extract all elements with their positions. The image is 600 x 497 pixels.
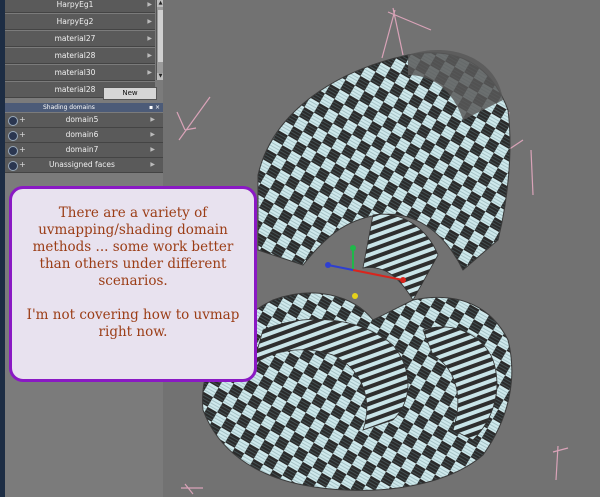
material-item[interactable]: material27 ▶ (5, 31, 155, 47)
annotation-callout: There are a variety of uvmapping/shading… (9, 186, 257, 382)
arrow-right-icon: ▶ (150, 161, 155, 168)
eye-icon[interactable] (8, 161, 18, 171)
shading-domain-item[interactable]: + domain6 ▶ (5, 128, 163, 143)
material-item[interactable]: material28▶ (5, 48, 155, 64)
shading-domain-item[interactable]: + Unassigned faces ▶ (5, 158, 163, 173)
arrow-right-icon: ▶ (147, 1, 152, 8)
eye-icon[interactable] (8, 146, 18, 156)
shading-domains-title: Shading domains (43, 104, 95, 111)
callout-paragraph: I'm not covering how to uvmap right now. (26, 307, 240, 340)
material-item[interactable]: HarpyEg1 ▶ (5, 0, 155, 13)
arrow-right-icon: ▶ (150, 116, 155, 123)
plus-icon[interactable]: + (19, 143, 26, 157)
arrow-right-icon: ▶ (147, 52, 152, 59)
plus-icon[interactable]: + (19, 113, 26, 127)
plus-icon[interactable]: + (19, 128, 26, 142)
material-item[interactable]: material30 ▶ (5, 65, 155, 81)
arrow-right-icon: ▶ (147, 35, 152, 42)
arrow-right-icon: ▶ (147, 18, 152, 25)
arrow-right-icon: ▶ (147, 69, 152, 76)
eye-icon[interactable] (8, 131, 18, 141)
arrow-right-icon: ▶ (150, 131, 155, 138)
callout-paragraph: There are a variety of uvmapping/shading… (32, 205, 234, 289)
arrow-right-icon: ▶ (150, 146, 155, 153)
shading-domain-item[interactable]: + domain5 ▶ (5, 113, 163, 128)
material-item[interactable]: HarpyEg2 ▶ (5, 14, 155, 30)
materials-list: HarpyEg1 ▶ HarpyEg2 ▶ material27 ▶ material… (5, 0, 155, 99)
shading-domains-header: Shading domains ▪ × (5, 103, 163, 112)
new-material-button[interactable]: New (103, 87, 157, 100)
shading-domain-item[interactable]: + domain7 ▶ (5, 143, 163, 158)
plus-icon[interactable]: + (19, 158, 26, 172)
eye-icon[interactable] (8, 116, 18, 126)
close-icon[interactable]: ▪ × (149, 103, 160, 112)
